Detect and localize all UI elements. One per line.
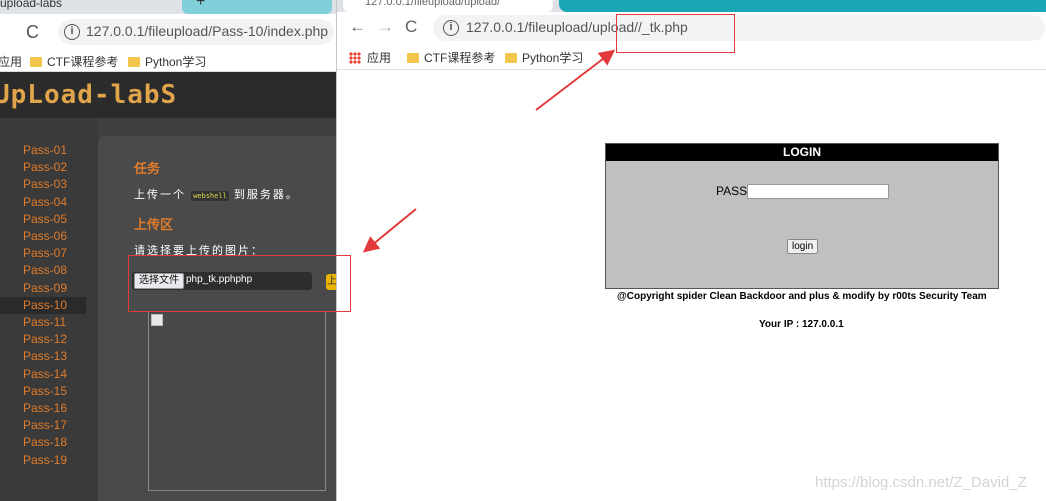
content-panel: 任务 上传一个 webshell 到服务器。 上传区 请选择要上传的图片： 选择… — [98, 136, 336, 501]
nav-item-pass-06[interactable]: Pass-06 — [0, 228, 86, 245]
login-panel: LOGIN PASS: login — [605, 143, 999, 289]
folder-icon — [128, 57, 140, 67]
left-tab-strip: upload-labs + — [0, 0, 336, 14]
right-address-bar[interactable]: i 127.0.0.1/fileupload/upload//_tk.php — [433, 15, 1045, 41]
task-description: 上传一个 webshell 到服务器。 — [134, 186, 299, 202]
apps-grid-icon — [349, 52, 361, 64]
info-icon[interactable]: i — [64, 24, 80, 40]
nav-item-pass-01[interactable]: Pass-01 — [0, 142, 86, 159]
uploaded-image-preview — [148, 311, 326, 491]
upload-heading: 上传区 — [134, 217, 174, 232]
folder-icon — [407, 53, 419, 63]
bookmark-python[interactable]: Python学习 — [505, 49, 583, 66]
left-toolbar: C i 127.0.0.1/fileupload/Pass-10/index.p… — [0, 14, 336, 48]
back-arrow-icon[interactable]: ← — [349, 17, 366, 37]
site-logo[interactable]: UpLoad-labS — [0, 80, 177, 110]
copyright-text: @Copyright spider Clean Backdoor and plu… — [617, 291, 987, 302]
left-address-bar[interactable]: i 127.0.0.1/fileupload/Pass-10/index.php — [58, 19, 334, 45]
nav-item-pass-02[interactable]: Pass-02 — [0, 159, 86, 176]
pass-input[interactable] — [747, 184, 889, 199]
right-tab-strip-fill — [559, 0, 1046, 12]
bookmark-ctf[interactable]: CTF课程参考 — [30, 53, 118, 70]
nav-item-pass-18[interactable]: Pass-18 — [0, 434, 86, 451]
nav-item-pass-10[interactable]: Pass-10 — [0, 296, 86, 314]
nav-item-pass-05[interactable]: Pass-05 — [0, 211, 86, 228]
new-tab-button[interactable]: + — [182, 0, 332, 14]
task-heading: 任务 — [134, 161, 161, 176]
nav-item-pass-07[interactable]: Pass-07 — [0, 245, 86, 262]
watermark: https://blog.csdn.net/Z_David_Z — [815, 474, 1027, 491]
broken-image-icon — [151, 314, 163, 326]
bookmark-label: CTF课程参考 — [47, 55, 119, 69]
nav-item-pass-15[interactable]: Pass-15 — [0, 383, 86, 400]
login-button[interactable]: login — [787, 239, 819, 254]
nav-item-pass-13[interactable]: Pass-13 — [0, 348, 86, 365]
reload-icon[interactable]: C — [26, 22, 39, 43]
bookmark-apps[interactable]: 应用 — [349, 49, 391, 66]
forward-arrow-icon[interactable]: → — [377, 17, 394, 37]
folder-icon — [505, 53, 517, 63]
your-ip-text: Your IP : 127.0.0.1 — [759, 319, 844, 330]
login-title: LOGIN — [606, 144, 998, 161]
nav-item-pass-04[interactable]: Pass-04 — [0, 194, 86, 211]
pass-nav: Pass-01 Pass-02 Pass-03 Pass-04 Pass-05 Pass-… — [0, 118, 98, 501]
nav-item-pass-12[interactable]: Pass-12 — [0, 331, 86, 348]
bookmark-label: 应用 — [0, 55, 23, 69]
webshell-login-page: LOGIN PASS: login @Copyright spider Clea… — [337, 70, 1046, 501]
bookmark-label: 应用 — [367, 51, 392, 65]
info-icon[interactable]: i — [443, 20, 459, 36]
nav-item-pass-14[interactable]: Pass-14 — [0, 366, 86, 383]
bookmark-python[interactable]: Python学习 — [128, 53, 206, 70]
nav-item-pass-03[interactable]: Pass-03 — [0, 176, 86, 193]
bookmark-label: Python学习 — [145, 55, 207, 69]
nav-item-pass-19[interactable]: Pass-19 — [0, 452, 86, 469]
right-tab-upload[interactable]: 127.0.0.1/fileupload/upload/ — [343, 0, 553, 12]
task-text-after: 到服务器。 — [233, 189, 299, 201]
left-browser-window: upload-labs + C i 127.0.0.1/fileupload/P… — [0, 0, 336, 501]
bookmark-label: Python学习 — [522, 51, 584, 65]
bookmark-label: CTF课程参考 — [424, 51, 496, 65]
nav-item-pass-09[interactable]: Pass-09 — [0, 280, 86, 297]
site-header: UpLoad-labS — [0, 72, 336, 118]
left-bookmarks-bar: 应用 CTF课程参考 Python学习 — [0, 48, 336, 72]
nav-item-pass-16[interactable]: Pass-16 — [0, 400, 86, 417]
task-text-before: 上传一个 — [134, 189, 186, 201]
right-browser-window: 127.0.0.1/fileupload/upload/ ← → C i 127… — [336, 0, 1046, 501]
reload-icon[interactable]: C — [405, 17, 417, 37]
left-url-text: 127.0.0.1/fileupload/Pass-10/index.php — [86, 23, 329, 39]
folder-icon — [30, 57, 42, 67]
bookmark-apps[interactable]: 应用 — [0, 53, 22, 70]
file-highlight-box — [128, 255, 351, 312]
nav-item-pass-17[interactable]: Pass-17 — [0, 417, 86, 434]
right-tab-strip: 127.0.0.1/fileupload/upload/ — [337, 0, 1046, 12]
task-code: webshell — [191, 191, 229, 201]
left-tab-upload-labs[interactable]: upload-labs — [0, 0, 170, 14]
pass-label: PASS: — [716, 184, 751, 198]
nav-item-pass-08[interactable]: Pass-08 — [0, 262, 86, 279]
nav-item-pass-11[interactable]: Pass-11 — [0, 314, 86, 331]
url-highlight-box — [616, 14, 735, 53]
bookmark-ctf[interactable]: CTF课程参考 — [407, 49, 495, 66]
